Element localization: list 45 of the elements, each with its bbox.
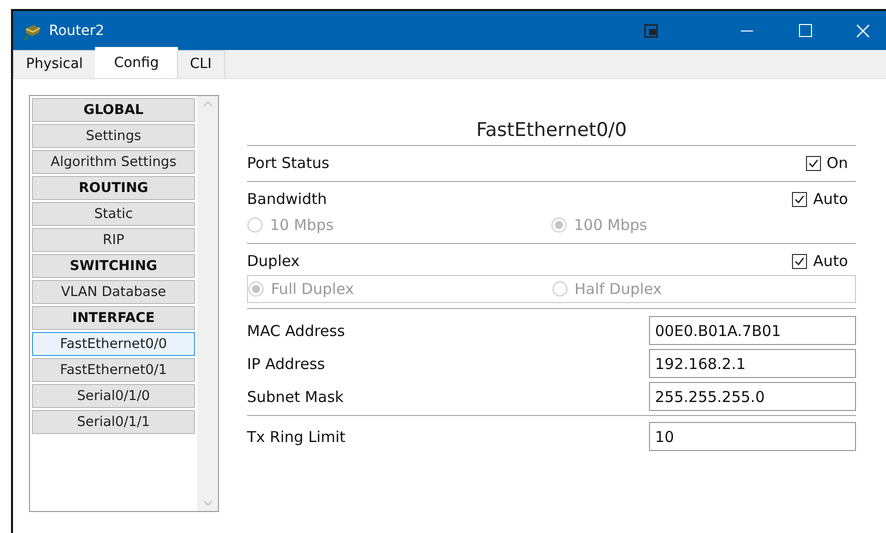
sidebar-item[interactable]: Serial0/1/0	[32, 384, 195, 408]
sidebar-item[interactable]: Serial0/1/1	[32, 410, 195, 434]
field-label: MAC Address	[247, 322, 345, 340]
section-label: Duplex	[247, 252, 300, 270]
window-title: Router2	[49, 22, 106, 38]
tab[interactable]: CLI	[176, 50, 225, 78]
scroll-up-icon[interactable]	[202, 100, 212, 107]
sidebar-item[interactable]: FastEthernet0/0	[32, 332, 195, 356]
field-label: Subnet Mask	[247, 388, 344, 406]
close-icon[interactable]	[856, 24, 870, 38]
scroll-down-icon[interactable]	[202, 500, 212, 507]
checkbox[interactable]	[806, 156, 821, 170]
sidebar-header[interactable]: GLOBAL	[32, 98, 195, 122]
sidebar-item[interactable]: RIP	[32, 228, 195, 252]
sidebar-item[interactable]: FastEthernet0/1	[32, 358, 195, 382]
panel-title: FastEthernet0/0	[247, 95, 856, 146]
checkbox-label: On	[826, 154, 848, 172]
sidebar-item[interactable]: VLAN Database	[32, 280, 195, 304]
radio-label: 100 Mbps	[574, 216, 648, 234]
checkbox[interactable]	[792, 192, 808, 206]
dock-icon[interactable]	[644, 24, 658, 38]
field-label: IP Address	[247, 354, 325, 372]
sidebar-header[interactable]: SWITCHING	[32, 254, 195, 278]
sidebar-item[interactable]: Settings	[32, 124, 195, 148]
checkbox-label: Auto	[813, 190, 848, 208]
sidebar-item[interactable]: Static	[32, 202, 195, 226]
input-field[interactable]: 192.168.2.1	[649, 349, 856, 378]
input-field[interactable]: 10	[649, 422, 856, 451]
checkbox-label: Auto	[813, 252, 848, 270]
sidebar-item[interactable]: Algorithm Settings	[32, 150, 195, 174]
section-label: Port Status	[247, 154, 330, 172]
input-field[interactable]: 00E0.B01A.7B01	[649, 316, 856, 345]
sidebar-header[interactable]: ROUTING	[32, 176, 195, 200]
input-field[interactable]: 255.255.255.0	[649, 382, 856, 411]
radio-label: Half Duplex	[574, 280, 662, 298]
field-label: Tx Ring Limit	[247, 428, 346, 446]
maximize-icon[interactable]	[798, 24, 812, 37]
sidebar-header[interactable]: INTERFACE	[32, 306, 195, 330]
section-label: Bandwidth	[247, 190, 327, 208]
scrollbar[interactable]	[197, 96, 218, 511]
tab[interactable]: Config	[94, 47, 178, 78]
radio-label: Full Duplex	[271, 280, 354, 298]
tab[interactable]: Physical	[13, 50, 96, 78]
checkbox[interactable]	[792, 254, 808, 268]
radio-label: 10 Mbps	[270, 216, 334, 234]
